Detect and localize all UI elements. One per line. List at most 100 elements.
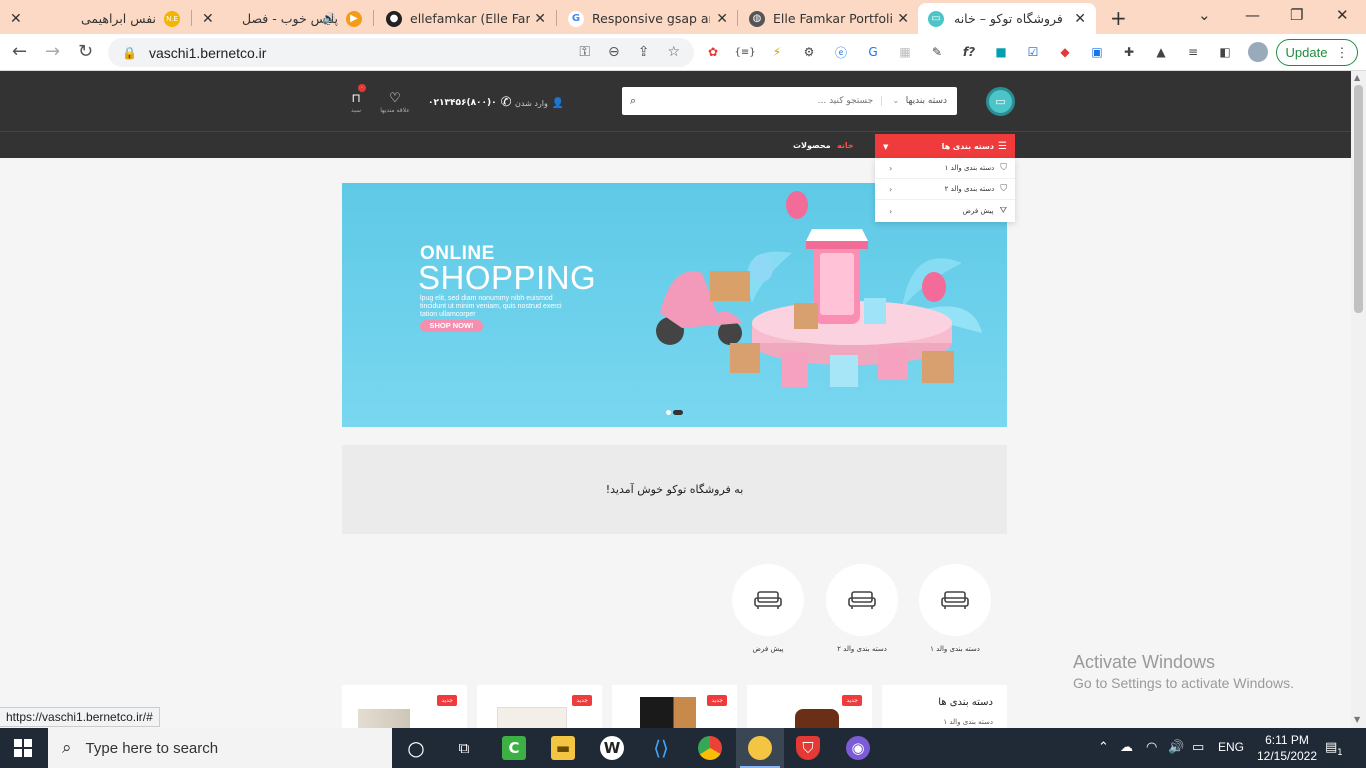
dropdown-item-default[interactable]: ⛛ پیش فرض ‹ [875, 200, 1015, 222]
translate-extension-icon[interactable]: G [864, 43, 882, 61]
zoom-icon[interactable]: ⊖ [608, 44, 620, 60]
sidebar-categories-title: دسته بندی ها [938, 697, 993, 708]
sidebar-category-item[interactable]: دسته بندی والد ۱ [896, 718, 993, 726]
browser-tab-1[interactable]: N.E نفس ابراهیمی ✕ [2, 3, 190, 34]
browser-tab-4[interactable]: G Responsive gsap anim ✕ [558, 3, 736, 34]
product-card[interactable]: جدید [477, 685, 602, 728]
tray-chevron-up-icon[interactable]: ⌃ [1098, 740, 1109, 755]
chrome-icon[interactable] [698, 736, 722, 760]
new-tab-button[interactable]: + [1110, 6, 1127, 30]
login-link[interactable]: 👤 وارد شدن [515, 98, 564, 109]
checkbox-extension-icon[interactable]: ☑ [1024, 43, 1042, 61]
onedrive-cloud-icon[interactable]: ☁ [1120, 740, 1133, 755]
search-category-select[interactable]: دسته بندیها ⌄ [881, 96, 957, 106]
back-button[interactable]: ← [12, 41, 27, 62]
category-circle-default[interactable]: پیش فرض [732, 564, 804, 653]
chrome-canary-icon[interactable] [748, 736, 772, 760]
close-tab-icon[interactable]: ✕ [534, 11, 546, 27]
badge-extension-icon[interactable]: ◆ [1056, 43, 1074, 61]
language-indicator[interactable]: ENG [1218, 740, 1244, 754]
github-desktop-icon[interactable]: ◉ [846, 736, 870, 760]
app-w-icon[interactable]: W [600, 736, 624, 760]
taskbar-search-box[interactable]: ⌕ Type here to search [48, 728, 392, 768]
browser-tab-active[interactable]: ▭ فروشگاه توکو – خانه ✕ [918, 3, 1096, 34]
eyedropper-extension-icon[interactable]: ✎ [928, 43, 946, 61]
favorites-link[interactable]: ♡ علاقه مندیها [380, 87, 410, 114]
notification-center-icon[interactable]: ▤ [1325, 740, 1337, 755]
close-window-button[interactable]: ✕ [1336, 6, 1349, 24]
phone-link[interactable]: ۰۲۱۳۴۵۶(۸۰۰)۰ ✆ [428, 95, 512, 110]
cart-link[interactable]: ⊓ ۰ سبد [346, 84, 366, 114]
browser-tab-5[interactable]: ◍ Elle Famkar Portfolio | ✕ [739, 3, 917, 34]
puzzle-extensions-icon[interactable]: ✚ [1120, 43, 1138, 61]
shop-now-button[interactable]: SHOP NOW! [420, 320, 483, 332]
lightning-extension-icon[interactable]: ⚡ [768, 43, 786, 61]
restore-button[interactable]: ❐ [1290, 6, 1303, 24]
square-extension-icon[interactable]: ■ [992, 43, 1010, 61]
product-card[interactable]: جدید [342, 685, 467, 728]
gear-extension-icon[interactable]: ⚙ [800, 43, 818, 61]
scrollbar-thumb[interactable] [1354, 85, 1363, 313]
dropdown-item-parent-2[interactable]: ⛉ دسته بندی والد ۲ ‹ [875, 179, 1015, 200]
categories-button-label: دسته بندی ها [941, 142, 995, 151]
vscode-icon[interactable]: ⟨⟩ [649, 736, 673, 760]
product-card[interactable]: جدید [612, 685, 737, 728]
close-tab-icon[interactable]: ✕ [10, 11, 22, 27]
browser-tab-2[interactable]: ▶ پلیس خوب - فصل 🔊 ✕ [194, 3, 372, 34]
update-button[interactable]: Update ⋮ [1276, 39, 1358, 66]
task-view-icon[interactable]: ⧉ [452, 736, 476, 760]
more-menu-icon[interactable]: ⋮ [1335, 45, 1348, 61]
browser-tab-3[interactable]: ● ellefamkar (Elle Famkar) ✕ [376, 3, 554, 34]
tab-search-icon[interactable]: ⌄ [1198, 6, 1211, 24]
color-picker-extension-icon[interactable]: ✿ [704, 43, 722, 61]
nav-link-products[interactable]: محصولات [793, 141, 831, 150]
carousel-dot-active[interactable] [673, 410, 683, 415]
taskbar-clock[interactable]: 6:11 PM 12/15/2022 [1252, 732, 1322, 764]
media-control-icon[interactable]: ≡ [1184, 43, 1202, 61]
flask-icon[interactable]: ▲ [1152, 43, 1170, 61]
wifi-icon[interactable]: ◠ [1146, 740, 1157, 755]
json-extension-icon[interactable]: {≡} [734, 43, 755, 61]
ie-extension-icon[interactable]: ⓔ [832, 43, 850, 61]
address-bar[interactable]: 🔒 vaschi1.bernetco.ir ⚿ ⊖ ⇪ ☆ [108, 38, 694, 67]
scroll-down-arrow-icon[interactable]: ▼ [1354, 715, 1360, 724]
close-tab-icon[interactable]: ✕ [897, 11, 909, 27]
battery-icon[interactable]: ▭ [1192, 740, 1204, 755]
volume-icon[interactable]: 🔊 [1168, 740, 1184, 755]
font-extension-icon[interactable]: f? [960, 43, 978, 61]
scroll-up-arrow-icon[interactable]: ▲ [1354, 73, 1360, 82]
close-tab-icon[interactable]: ✕ [716, 11, 728, 27]
brave-icon[interactable]: ⛉ [796, 736, 820, 760]
key-icon[interactable]: ⚿ [579, 44, 590, 60]
close-tab-icon[interactable]: ✕ [202, 11, 214, 27]
product-card[interactable]: جدید [747, 685, 872, 728]
search-icon[interactable]: ⌕ [622, 94, 644, 108]
cortana-icon[interactable]: ○ [404, 736, 428, 760]
lock-icon[interactable]: 🔒 [122, 46, 137, 60]
camtasia-icon[interactable]: C [502, 736, 526, 760]
bookmark-star-icon[interactable]: ☆ [667, 44, 680, 60]
site-logo[interactable]: ▭ [986, 87, 1015, 116]
page-scrollbar[interactable]: ▲ ▼ [1351, 71, 1366, 728]
carousel-dot[interactable] [666, 410, 671, 415]
reload-button[interactable]: ↻ [78, 41, 93, 62]
dropdown-item-parent-1[interactable]: ⛉ دسته بندی والد ۱ ‹ [875, 158, 1015, 179]
close-tab-icon[interactable]: ✕ [1074, 11, 1086, 27]
url-text[interactable]: vaschi1.bernetco.ir [149, 45, 267, 61]
profile-avatar[interactable] [1248, 42, 1268, 62]
nav-link-home[interactable]: خانه [837, 141, 854, 150]
file-explorer-icon[interactable]: ▬ [551, 736, 575, 760]
forward-button[interactable]: → [45, 41, 60, 62]
screen-extension-icon[interactable]: ▣ [1088, 43, 1106, 61]
side-panel-icon[interactable]: ◧ [1216, 43, 1234, 61]
windows-start-icon[interactable] [14, 739, 32, 757]
link-status-bubble: https://vaschi1.bernetco.ir/# [0, 707, 160, 727]
categories-menu-button[interactable]: ☰ دسته بندی ها ▼ [875, 134, 1015, 159]
search-input[interactable] [644, 96, 882, 106]
category-circle-parent-2[interactable]: دسته بندی والد ۲ [826, 564, 898, 653]
share-icon[interactable]: ⇪ [638, 44, 650, 60]
grid-extension-icon[interactable]: ▦ [896, 43, 914, 61]
category-circle-parent-1[interactable]: دسته بندی والد ۱ [919, 564, 991, 653]
speaker-icon[interactable]: 🔊 [322, 12, 336, 25]
minimize-button[interactable]: — [1245, 6, 1260, 24]
